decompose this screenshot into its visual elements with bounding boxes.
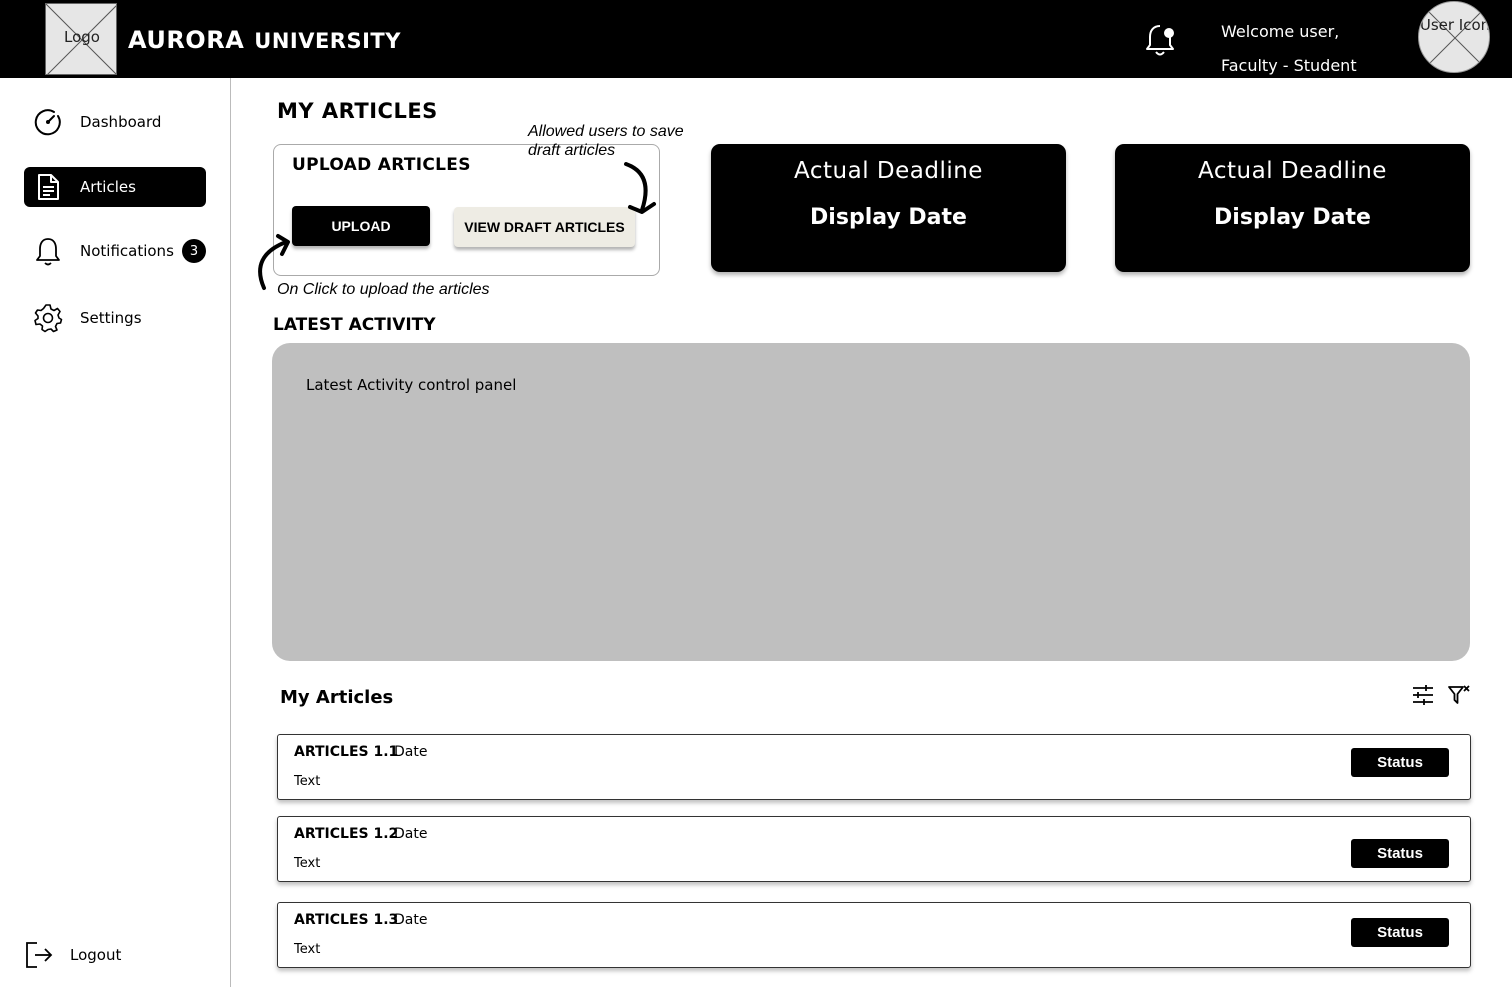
avatar-placeholder-icon <box>1428 11 1482 65</box>
logo-label: Logo <box>64 28 100 46</box>
sidebar-item-label: Settings <box>80 309 142 327</box>
status-button[interactable]: Status <box>1351 918 1449 947</box>
activity-panel-text: Latest Activity control panel <box>306 376 517 394</box>
page-title: MY ARTICLES <box>277 99 438 123</box>
sidebar-item-label: Notifications <box>80 242 174 260</box>
sidebar-item-articles[interactable]: Articles <box>24 167 206 207</box>
article-row[interactable]: ARTICLES 1.2 Date Text Status <box>277 816 1471 882</box>
bell-icon <box>33 236 63 266</box>
sidebar-item-settings[interactable]: Settings <box>24 298 206 338</box>
view-draft-articles-button[interactable]: VIEW DRAFT ARTICLES <box>454 207 635 247</box>
brand-primary: AURORA <box>128 26 245 54</box>
logout-icon <box>24 940 54 970</box>
filter-clear-icon[interactable] <box>1447 683 1471 707</box>
welcome-text: Welcome user, Faculty - Student <box>1221 15 1357 83</box>
logout-button[interactable]: Logout <box>24 940 121 970</box>
notification-bell-icon[interactable] <box>1142 20 1178 60</box>
latest-activity-title: LATEST ACTIVITY <box>273 315 436 335</box>
gear-icon <box>33 303 63 333</box>
deadline-label: Actual Deadline <box>794 158 983 184</box>
upload-articles-card: UPLOAD ARTICLES UPLOAD VIEW DRAFT ARTICL… <box>273 144 660 276</box>
article-text: Text <box>294 856 321 871</box>
logo[interactable]: Logo <box>45 3 117 75</box>
sidebar-item-label: Articles <box>80 178 136 196</box>
sidebar-item-dashboard[interactable]: Dashboard <box>24 102 206 142</box>
sidebar-item-label: Dashboard <box>80 113 162 131</box>
article-name: ARTICLES 1.1 <box>294 744 399 760</box>
article-date: Date <box>394 826 428 842</box>
sidebar: Dashboard Articles Notifications 3 Setti… <box>0 78 231 987</box>
article-text: Text <box>294 774 321 789</box>
user-avatar[interactable]: User Icon <box>1418 1 1490 73</box>
avatar-label: User Icon <box>1419 16 1490 34</box>
deadline-label: Actual Deadline <box>1198 158 1387 184</box>
deadline-card: Actual Deadline Display Date <box>1115 144 1470 272</box>
my-articles-title: My Articles <box>280 687 394 708</box>
article-name: ARTICLES 1.3 <box>294 912 399 928</box>
sliders-icon[interactable] <box>1411 683 1435 707</box>
deadline-card: Actual Deadline Display Date <box>711 144 1066 272</box>
top-header: Logo AURORA UNIVERSITY Welcome user, Facu… <box>0 0 1512 78</box>
logout-label: Logout <box>70 946 122 964</box>
article-name: ARTICLES 1.2 <box>294 826 399 842</box>
upload-button[interactable]: UPLOAD <box>292 206 430 246</box>
brand-name: AURORA UNIVERSITY <box>128 26 401 54</box>
status-button[interactable]: Status <box>1351 839 1449 868</box>
deadline-date: Display Date <box>810 205 967 230</box>
gauge-icon <box>33 107 63 137</box>
latest-activity-panel: Latest Activity control panel <box>272 343 1470 661</box>
deadline-date: Display Date <box>1214 205 1371 230</box>
welcome-line: Welcome user, <box>1221 22 1340 41</box>
brand-secondary: UNIVERSITY <box>254 29 401 53</box>
sidebar-item-notifications[interactable]: Notifications 3 <box>24 231 206 271</box>
notification-count-badge: 3 <box>182 239 206 263</box>
article-date: Date <box>394 912 428 928</box>
article-text: Text <box>294 942 321 957</box>
upload-annotation-note: On Click to upload the articles <box>277 281 490 298</box>
upload-card-title: UPLOAD ARTICLES <box>292 155 471 175</box>
document-icon <box>33 172 63 202</box>
curved-arrow-icon <box>624 162 656 214</box>
user-role: Faculty - Student <box>1221 56 1357 75</box>
article-row[interactable]: ARTICLES 1.3 Date Text Status <box>277 902 1471 968</box>
status-button[interactable]: Status <box>1351 748 1449 777</box>
article-row[interactable]: ARTICLES 1.1 Date Text Status <box>277 734 1471 800</box>
draft-annotation-note: Allowed users to save draft articles <box>528 123 684 159</box>
article-date: Date <box>394 744 428 760</box>
